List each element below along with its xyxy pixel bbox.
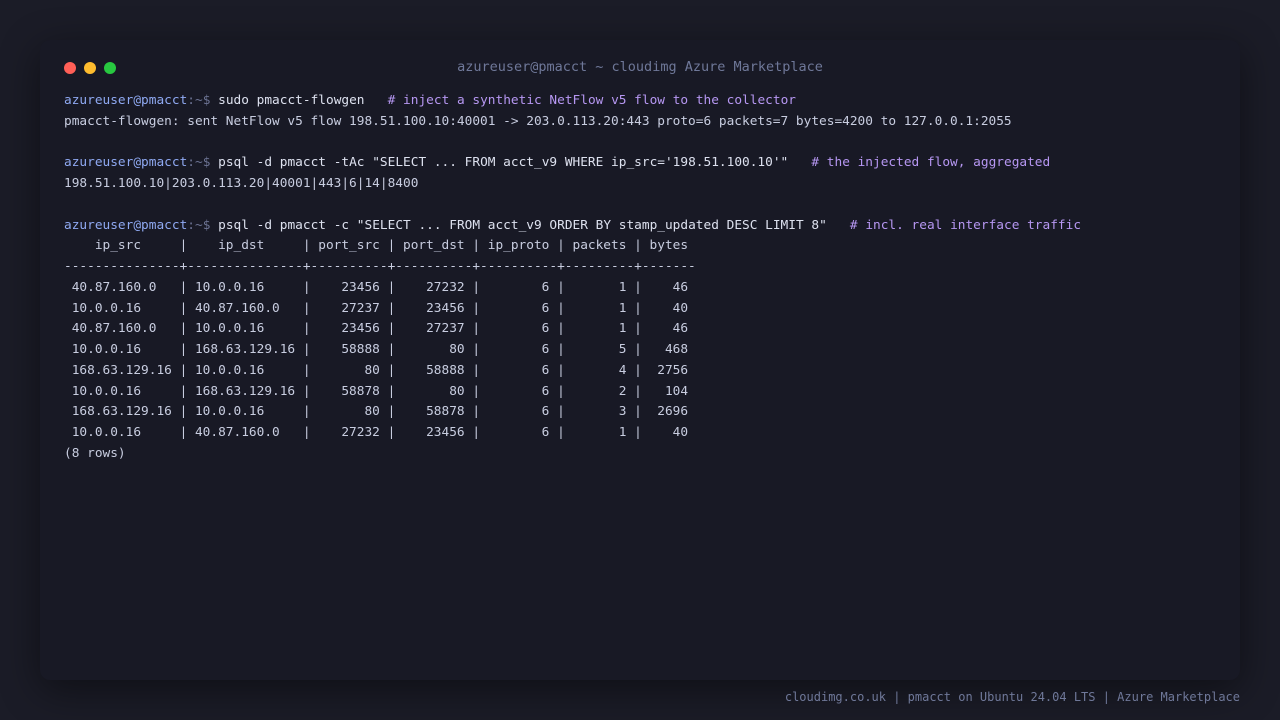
command-text: psql -d pmacct -c "SELECT ... FROM acct_… — [218, 217, 827, 233]
terminal-window: azureuser@pmacct ~ cloudimg Azure Market… — [40, 40, 1240, 680]
command-text: psql -d pmacct -tAc "SELECT ... FROM acc… — [218, 155, 789, 171]
output-line: 40.87.160.0 | 10.0.0.16 | 23456 | 27232 … — [64, 279, 689, 295]
output-line: 40.87.160.0 | 10.0.0.16 | 23456 | 27237 … — [64, 321, 689, 337]
command-line: azureuser@pmacct:~$ psql -d pmacct -tAc … — [64, 153, 1224, 174]
output-line: ip_src | ip_dst | port_src | port_dst | … — [64, 238, 689, 254]
command-comment: # incl. real interface traffic — [849, 217, 1082, 233]
command-line: azureuser@pmacct:~$ psql -d pmacct -c "S… — [64, 216, 1224, 237]
output-line: 198.51.100.10|203.0.113.20|40001|443|6|1… — [64, 176, 419, 191]
command-comment: # the injected flow, aggregated — [811, 155, 1051, 171]
command-comment: # inject a synthetic NetFlow v5 flow to … — [387, 93, 796, 108]
output-line: (8 rows) — [64, 445, 126, 461]
prompt-user-host: azureuser@pmacct — [64, 155, 188, 171]
title-bar: azureuser@pmacct ~ cloudimg Azure Market… — [40, 40, 1240, 96]
output-line: 10.0.0.16 | 40.87.160.0 | 27232 | 23456 … — [64, 425, 689, 440]
footer-text: cloudimg.co.uk | pmacct on Ubuntu 24.04 … — [784, 690, 1240, 704]
window-title: azureuser@pmacct ~ cloudimg Azure Market… — [457, 59, 823, 75]
output-line: ---------------+---------------+--------… — [64, 259, 696, 274]
prompt-user-host: azureuser@pmacct — [64, 217, 188, 233]
output-line: pmacct-flowgen: sent NetFlow v5 flow 198… — [64, 113, 1012, 129]
command-text: sudo pmacct-flowgen — [218, 93, 365, 108]
output-line: 10.0.0.16 | 168.63.129.16 | 58888 | 80 |… — [64, 342, 689, 357]
prompt-user-host: azureuser@pmacct — [64, 93, 188, 108]
command-line: azureuser@pmacct:~$ sudo pmacct-flowgen … — [64, 91, 1224, 112]
prompt-path: :~$ — [187, 155, 211, 171]
output-line: 168.63.129.16 | 10.0.0.16 | 80 | 58878 |… — [64, 404, 689, 420]
prompt-path: :~$ — [187, 217, 211, 233]
prompt-path: :~$ — [187, 93, 211, 108]
output-line: 10.0.0.16 | 168.63.129.16 | 58878 | 80 |… — [64, 383, 689, 399]
output-line: 10.0.0.16 | 40.87.160.0 | 27237 | 23456 … — [64, 300, 689, 316]
output-line: 168.63.129.16 | 10.0.0.16 | 80 | 58888 |… — [64, 362, 689, 378]
terminal-output[interactable]: azureuser@pmacct:~$ sudo pmacct-flowgen … — [64, 91, 1224, 465]
